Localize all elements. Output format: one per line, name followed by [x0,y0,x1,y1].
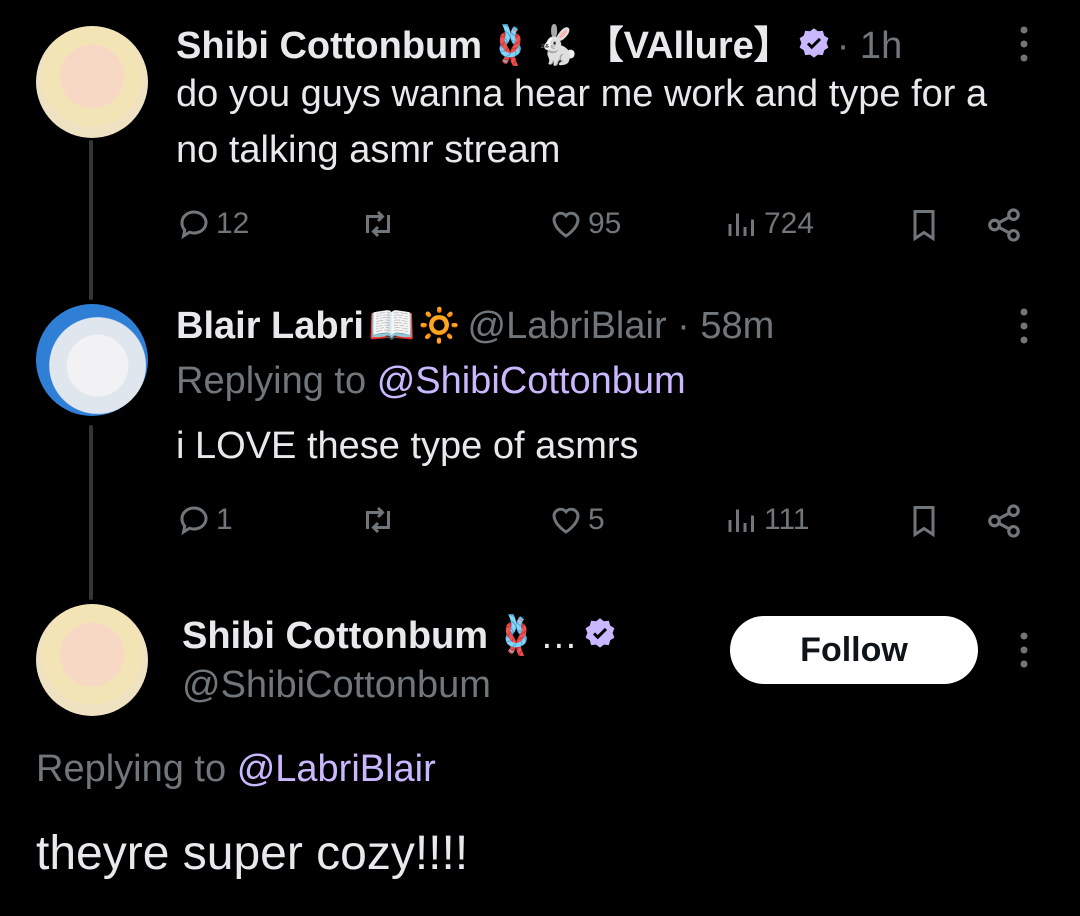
like-count: 5 [588,503,605,536]
views-chart-icon [728,213,754,236]
reply-count: 12 [216,207,250,240]
display-name[interactable]: Shibi Cottonbum [176,25,482,67]
thread-line [89,140,93,300]
name-suffix: 【VAllure】 [585,25,792,67]
display-name[interactable]: Blair Labri [176,305,364,347]
verified-badge-icon [799,28,829,58]
more-options-icon[interactable] [1014,630,1034,675]
focus-tweet-header: Shibi Cottonbum 🪢… [182,614,618,658]
replying-to-label: Replying to [36,748,227,790]
more-options-icon[interactable] [1014,24,1034,69]
name-emojis: 🪢… [492,615,578,657]
reply-count: 1 [216,503,233,536]
reply-icon [180,210,208,240]
reply-button[interactable]: 12 [176,206,249,242]
mention-link[interactable]: @LabriBlair [237,748,436,790]
share-icon[interactable] [984,502,1024,545]
more-options-icon[interactable] [1014,306,1034,351]
like-count: 95 [588,207,622,240]
avatar[interactable] [36,604,148,716]
retweet-button[interactable] [360,206,396,242]
views-chart-icon [728,509,754,532]
tweet-header: Blair Labri 📖🔅 @LabriBlair · 58m [176,304,774,348]
share-icon[interactable] [984,206,1024,249]
like-button[interactable]: 5 [548,502,605,538]
replying-to: Replying to @LabriBlair [36,748,436,791]
display-name[interactable]: Shibi Cottonbum [182,615,488,657]
views-button[interactable]: 111 [724,502,810,538]
heart-icon [552,211,580,238]
mention-link[interactable]: @ShibiCottonbum [377,360,686,402]
tweet-text: do you guys wanna hear me work and type … [176,73,988,171]
replying-to-label: Replying to [176,360,367,402]
tweet-time[interactable]: · 1h [837,25,902,67]
retweet-icon [366,210,390,238]
reply-icon [180,506,208,536]
avatar[interactable] [36,304,148,416]
name-emojis: 🪢🐇 [486,25,582,67]
retweet-button[interactable] [360,502,396,538]
view-count: 724 [764,207,815,240]
focus-tweet-text: theyre super cozy!!!! [36,827,469,880]
views-button[interactable]: 724 [724,206,814,242]
bookmark-icon[interactable] [906,502,942,545]
avatar[interactable] [36,26,148,138]
replying-to: Replying to @ShibiCottonbum [176,360,686,403]
reply-button[interactable]: 1 [176,502,233,538]
heart-icon [552,507,580,534]
handle-and-time[interactable]: @LabriBlair · 58m [468,305,775,347]
tweet-header: Shibi Cottonbum 🪢🐇 【VAllure】 · 1h [176,14,902,69]
like-button[interactable]: 95 [548,206,621,242]
handle[interactable]: @ShibiCottonbum [182,664,491,707]
retweet-icon [366,506,390,534]
name-emojis: 📖🔅 [368,305,464,347]
bookmark-icon[interactable] [906,206,942,249]
verified-badge-icon [585,618,615,648]
view-count: 111 [764,503,810,536]
follow-button[interactable]: Follow [730,616,978,684]
thread-line [89,425,93,600]
tweet-text: i LOVE these type of asmrs [176,425,639,467]
